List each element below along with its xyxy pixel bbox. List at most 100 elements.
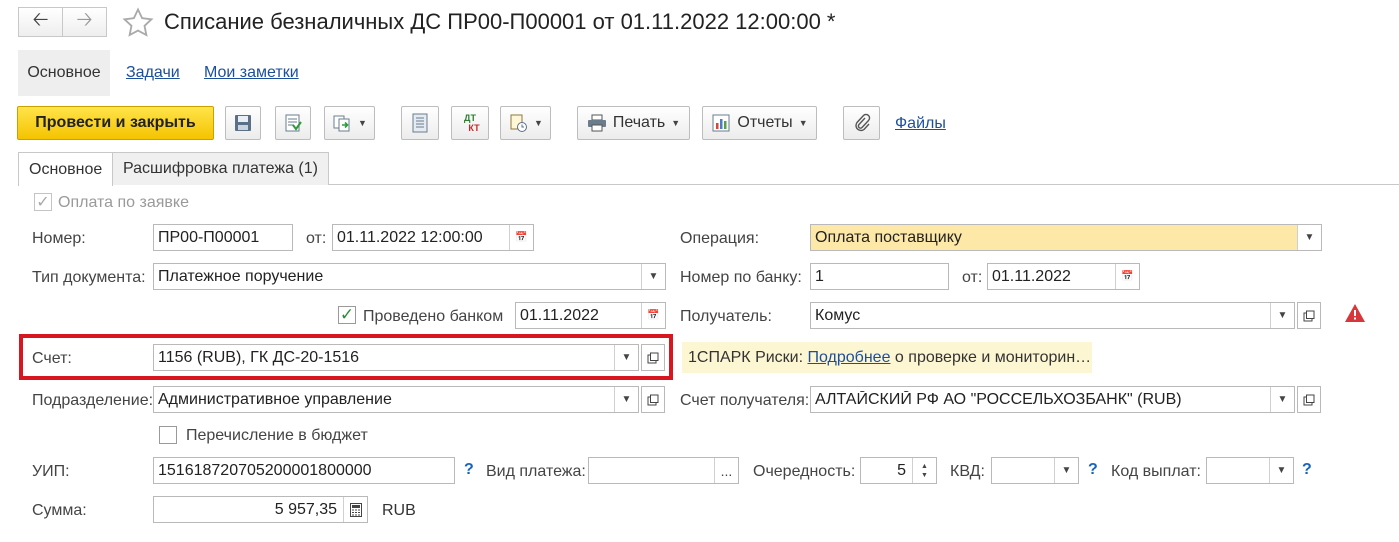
open-window-icon: [1303, 310, 1315, 321]
post-button[interactable]: [275, 106, 311, 140]
recipient-select[interactable]: Комус ▼: [810, 302, 1295, 329]
paperclip-icon: [854, 113, 870, 132]
stepper-arrows-icon[interactable]: ▲ ▼: [912, 458, 936, 483]
dropdown-arrow-icon[interactable]: ▼: [1269, 458, 1293, 483]
page-title: Списание безналичных ДС ПР00-П00001 от 0…: [164, 9, 836, 34]
open-window-icon: [647, 394, 659, 405]
subtab-tasks-label: Задачи: [126, 64, 180, 81]
recipient-open-button[interactable]: [1297, 302, 1321, 329]
history-button[interactable]: ▼: [500, 106, 551, 140]
post-and-close-button[interactable]: Провести и закрыть: [17, 106, 214, 140]
kvd-select[interactable]: ▼: [991, 457, 1079, 484]
department-value: Административное управление: [158, 390, 392, 408]
posted-by-bank-checkbox[interactable]: ✓: [338, 305, 356, 324]
create-based-on-icon: [333, 115, 350, 132]
doc-type-select[interactable]: Платежное поручение ▼: [153, 263, 666, 290]
caret-down-icon: ▼: [534, 118, 543, 128]
tab-payment-breakdown-label: Расшифровка платежа (1): [123, 160, 318, 177]
recipient-account-select[interactable]: АЛТАЙСКИЙ РФ АО "РОССЕЛЬХОЗБАНК" (RUB) ▼: [810, 386, 1295, 413]
create-based-on-button[interactable]: ▼: [324, 106, 375, 140]
post-document-icon: [285, 114, 302, 132]
recipient-account-open-button[interactable]: [1297, 386, 1321, 413]
kvd-help-icon[interactable]: ?: [1088, 461, 1098, 479]
subtab-main[interactable]: Основное: [18, 50, 110, 96]
subtab-main-label: Основное: [27, 64, 101, 81]
calculator-icon[interactable]: [343, 497, 367, 522]
department-open-button[interactable]: [641, 386, 665, 413]
number-field[interactable]: ПР00-П00001: [153, 224, 293, 251]
save-button[interactable]: [225, 106, 261, 140]
account-open-button[interactable]: [641, 344, 665, 371]
calendar-icon[interactable]: 📅: [641, 303, 665, 328]
amount-field[interactable]: 5 957,35: [153, 496, 368, 523]
budget-transfer-label: Перечисление в бюджет: [186, 427, 368, 444]
post-and-close-label: Провести и закрыть: [35, 114, 196, 131]
bank-number-field[interactable]: 1: [810, 263, 949, 290]
tab-main[interactable]: Основное: [18, 152, 114, 186]
dropdown-arrow-icon[interactable]: ▼: [1270, 387, 1294, 412]
priority-stepper[interactable]: 5 ▲ ▼: [860, 457, 937, 484]
open-window-icon: [647, 352, 659, 363]
uip-label: УИП:: [32, 463, 70, 480]
spark-details-link[interactable]: Подробнее: [808, 349, 891, 367]
doc-type-label: Тип документа:: [32, 269, 146, 286]
caret-down-icon: ▼: [671, 118, 681, 128]
pay-by-request-checkbox[interactable]: ✓: [34, 193, 52, 211]
forward-button[interactable]: 🡢: [62, 7, 107, 37]
dropdown-arrow-icon[interactable]: ▼: [1270, 303, 1294, 328]
document-date-field[interactable]: 01.11.2022 12:00:00 📅: [332, 224, 534, 251]
dropdown-arrow-icon[interactable]: ▼: [614, 387, 638, 412]
attach-button[interactable]: [843, 106, 880, 140]
caret-down-icon: ▼: [798, 118, 808, 128]
dropdown-arrow-icon[interactable]: ▼: [1054, 458, 1078, 483]
report-chart-icon: [712, 114, 730, 132]
payout-code-select[interactable]: ▼: [1206, 457, 1294, 484]
payment-type-label: Вид платежа:: [486, 463, 586, 480]
doc-type-value: Платежное поручение: [158, 267, 324, 285]
account-select[interactable]: 1156 (RUB), ГК ДС-20-1516 ▼: [153, 344, 639, 371]
uip-field[interactable]: 15161872070520000180000​0: [153, 457, 455, 484]
dropdown-arrow-icon[interactable]: ▼: [614, 345, 638, 370]
calendar-icon[interactable]: 📅: [1115, 264, 1139, 289]
budget-transfer-checkbox[interactable]: [159, 426, 177, 444]
uip-help-icon[interactable]: ?: [464, 461, 474, 479]
subtab-tasks[interactable]: Задачи: [126, 50, 180, 96]
bank-date-field[interactable]: 01.11.2022 📅: [987, 263, 1140, 290]
spark-risks-banner: 1СПАРК Риски: Подробнее о проверке и мон…: [682, 342, 1092, 373]
kvd-label: КВД:: [950, 463, 985, 480]
operation-label: Операция:: [680, 230, 760, 247]
files-link[interactable]: Файлы: [895, 115, 946, 133]
reports-button[interactable]: Отчеты ▼: [702, 106, 817, 140]
warning-icon[interactable]: [1344, 303, 1366, 328]
subtab-notes-label: Мои заметки: [204, 64, 299, 81]
print-button[interactable]: Печать ▼: [577, 106, 690, 140]
uip-value: 15161872070520000180000​0: [158, 461, 372, 479]
dropdown-arrow-icon[interactable]: ▼: [641, 264, 665, 289]
amount-currency: RUB: [382, 502, 416, 519]
ellipsis-icon[interactable]: ...: [714, 458, 738, 483]
favorite-star-icon[interactable]: [121, 6, 155, 45]
printer-icon: [587, 114, 606, 132]
payment-type-field[interactable]: ...: [588, 457, 739, 484]
kt-icon-label: КТ: [468, 123, 480, 133]
journal-button[interactable]: [401, 106, 439, 140]
dropdown-arrow-icon[interactable]: ▼: [1297, 225, 1321, 250]
account-value: 1156 (RUB), ГК ДС-20-1516: [158, 348, 360, 366]
reports-label: Отчеты: [737, 114, 793, 131]
dtkt-button[interactable]: ДТ КТ: [451, 106, 489, 140]
priority-value: 5: [897, 461, 906, 479]
subtab-notes[interactable]: Мои заметки: [204, 50, 299, 96]
back-button[interactable]: 🡠: [18, 7, 63, 37]
list-icon: [412, 113, 428, 133]
posted-by-bank-date-field[interactable]: 01.11.2022 📅: [515, 302, 666, 329]
department-select[interactable]: Административное управление ▼: [153, 386, 639, 413]
document-clock-icon: [510, 114, 528, 132]
dt-icon-label: ДТ: [464, 113, 476, 123]
amount-label: Сумма:: [32, 502, 87, 519]
document-date-value: 01.11.2022 12:00:00: [337, 228, 483, 246]
tab-payment-breakdown[interactable]: Расшифровка платежа (1): [112, 152, 329, 185]
check-icon: ✓: [36, 194, 50, 211]
payout-code-help-icon[interactable]: ?: [1302, 461, 1312, 479]
calendar-icon[interactable]: 📅: [509, 225, 533, 250]
operation-select[interactable]: Оплата поставщику ▼: [810, 224, 1322, 251]
